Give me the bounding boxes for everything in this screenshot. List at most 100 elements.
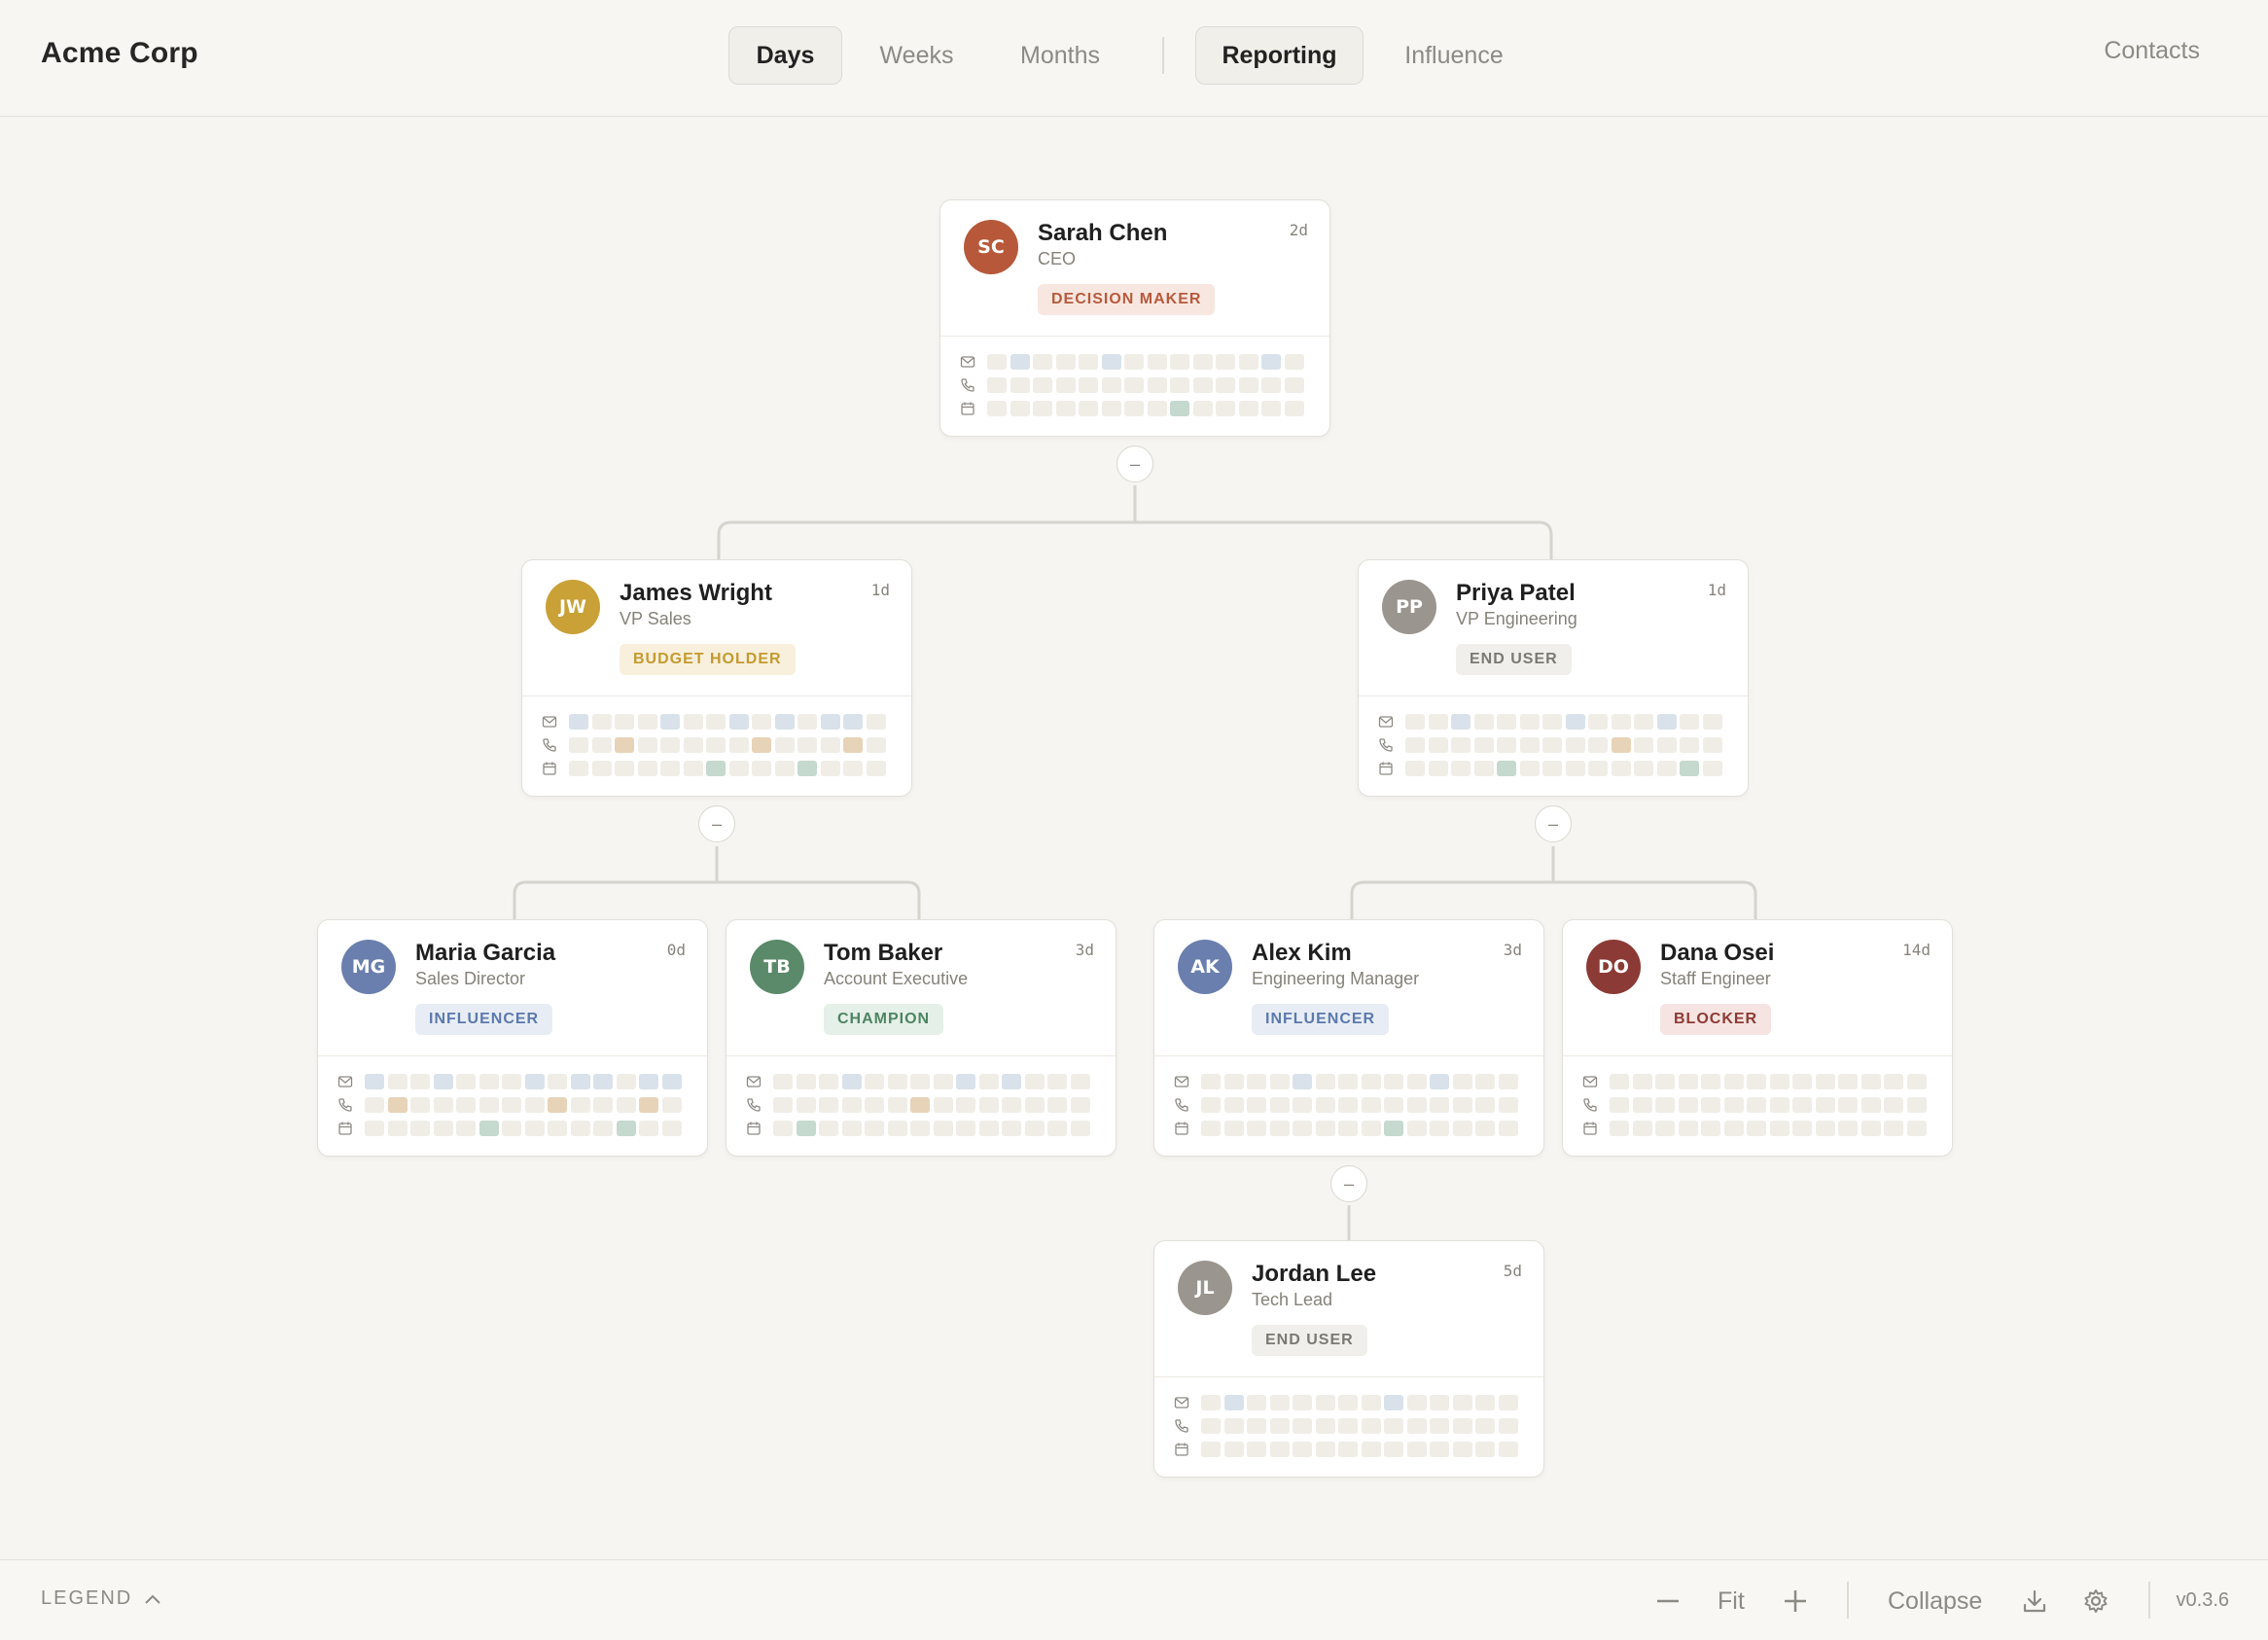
- activity-cell[interactable]: [1430, 1418, 1449, 1434]
- activity-cell[interactable]: [987, 377, 1007, 393]
- activity-cell[interactable]: [1269, 1442, 1290, 1457]
- activity-cell[interactable]: [1475, 1097, 1495, 1113]
- activity-cell[interactable]: [820, 761, 840, 776]
- activity-cell[interactable]: [502, 1074, 521, 1089]
- collapse-toggle[interactable]: –: [1330, 1165, 1367, 1202]
- activity-cell[interactable]: [1079, 377, 1098, 393]
- tab-reporting[interactable]: Reporting: [1195, 26, 1364, 85]
- activity-cell[interactable]: [706, 761, 726, 776]
- activity-cell[interactable]: [1223, 1442, 1244, 1457]
- activity-cell[interactable]: [910, 1097, 930, 1113]
- activity-cell[interactable]: [1315, 1418, 1335, 1434]
- activity-cell[interactable]: [1452, 1074, 1472, 1089]
- activity-cell[interactable]: [1632, 1121, 1652, 1136]
- activity-cell[interactable]: [1519, 737, 1540, 753]
- activity-cell[interactable]: [1170, 354, 1189, 370]
- activity-cell[interactable]: [1769, 1097, 1790, 1113]
- activity-cell[interactable]: [1884, 1121, 1903, 1136]
- activity-cell[interactable]: [1498, 1442, 1518, 1457]
- activity-cell[interactable]: [661, 1074, 682, 1089]
- activity-cell[interactable]: [1428, 714, 1448, 730]
- activity-cell[interactable]: [1498, 1074, 1518, 1089]
- activity-cell[interactable]: [819, 1074, 838, 1089]
- activity-cell[interactable]: [1815, 1097, 1835, 1113]
- activity-cell[interactable]: [1723, 1121, 1744, 1136]
- activity-cell[interactable]: [1723, 1097, 1744, 1113]
- activity-cell[interactable]: [1497, 714, 1516, 730]
- activity-cell[interactable]: [1678, 1097, 1698, 1113]
- activity-cell[interactable]: [1428, 761, 1448, 776]
- activity-cell[interactable]: [1047, 1121, 1067, 1136]
- activity-cell[interactable]: [1452, 1097, 1472, 1113]
- activity-cell[interactable]: [1124, 401, 1144, 416]
- activity-cell[interactable]: [1611, 761, 1631, 776]
- activity-cell[interactable]: [865, 1074, 884, 1089]
- activity-cell[interactable]: [1430, 1121, 1449, 1136]
- activity-cell[interactable]: [797, 761, 817, 776]
- activity-cell[interactable]: [841, 1121, 862, 1136]
- activity-cell[interactable]: [1632, 1074, 1652, 1089]
- activity-cell[interactable]: [1047, 1097, 1067, 1113]
- tab-days[interactable]: Days: [728, 26, 842, 85]
- activity-cell[interactable]: [1747, 1121, 1766, 1136]
- activity-cell[interactable]: [1010, 401, 1030, 416]
- activity-cell[interactable]: [502, 1097, 521, 1113]
- activity-cell[interactable]: [1024, 1121, 1045, 1136]
- activity-cell[interactable]: [1430, 1442, 1449, 1457]
- activity-cell[interactable]: [1238, 401, 1258, 416]
- activity-cell[interactable]: [956, 1121, 975, 1136]
- activity-cell[interactable]: [616, 1121, 636, 1136]
- activity-cell[interactable]: [1884, 1097, 1903, 1113]
- activity-cell[interactable]: [1147, 377, 1167, 393]
- activity-cell[interactable]: [1701, 1121, 1720, 1136]
- activity-cell[interactable]: [548, 1074, 567, 1089]
- activity-cell[interactable]: [1588, 737, 1608, 753]
- activity-cell[interactable]: [1656, 761, 1677, 776]
- activity-cell[interactable]: [639, 1097, 658, 1113]
- activity-cell[interactable]: [1860, 1121, 1881, 1136]
- activity-cell[interactable]: [1170, 377, 1189, 393]
- activity-cell[interactable]: [1634, 714, 1653, 730]
- activity-cell[interactable]: [933, 1121, 953, 1136]
- activity-cell[interactable]: [1147, 354, 1167, 370]
- activity-cell[interactable]: [820, 737, 840, 753]
- activity-cell[interactable]: [820, 714, 840, 730]
- activity-cell[interactable]: [1284, 401, 1304, 416]
- activity-cell[interactable]: [1542, 761, 1562, 776]
- activity-cell[interactable]: [796, 1074, 816, 1089]
- activity-cell[interactable]: [616, 1097, 636, 1113]
- activity-cell[interactable]: [1223, 1121, 1244, 1136]
- activity-cell[interactable]: [1384, 1395, 1403, 1410]
- person-card[interactable]: SC Sarah Chen CEO 2d DECISION MAKER: [939, 199, 1330, 437]
- activity-cell[interactable]: [728, 714, 749, 730]
- activity-cell[interactable]: [1452, 1442, 1472, 1457]
- activity-cell[interactable]: [660, 737, 680, 753]
- activity-cell[interactable]: [773, 1074, 793, 1089]
- activity-cell[interactable]: [1588, 714, 1608, 730]
- activity-cell[interactable]: [1498, 1121, 1518, 1136]
- activity-cell[interactable]: [1269, 1074, 1290, 1089]
- activity-cell[interactable]: [1701, 1097, 1720, 1113]
- activity-cell[interactable]: [1247, 1442, 1266, 1457]
- activity-cell[interactable]: [1293, 1442, 1312, 1457]
- activity-cell[interactable]: [1884, 1074, 1903, 1089]
- activity-cell[interactable]: [1906, 1074, 1927, 1089]
- activity-cell[interactable]: [365, 1074, 384, 1089]
- activity-cell[interactable]: [1906, 1121, 1927, 1136]
- activity-cell[interactable]: [548, 1097, 567, 1113]
- activity-cell[interactable]: [819, 1097, 838, 1113]
- activity-cell[interactable]: [478, 1097, 499, 1113]
- activity-cell[interactable]: [887, 1097, 907, 1113]
- activity-cell[interactable]: [1815, 1074, 1835, 1089]
- activity-cell[interactable]: [1838, 1121, 1858, 1136]
- activity-cell[interactable]: [1201, 1395, 1221, 1410]
- activity-cell[interactable]: [456, 1074, 476, 1089]
- activity-cell[interactable]: [843, 714, 863, 730]
- activity-cell[interactable]: [1024, 1097, 1045, 1113]
- activity-cell[interactable]: [1261, 377, 1281, 393]
- activity-cell[interactable]: [1261, 354, 1281, 370]
- activity-cell[interactable]: [1655, 1121, 1675, 1136]
- activity-cell[interactable]: [1201, 1097, 1221, 1113]
- activity-cell[interactable]: [1216, 401, 1235, 416]
- activity-cell[interactable]: [1475, 1121, 1495, 1136]
